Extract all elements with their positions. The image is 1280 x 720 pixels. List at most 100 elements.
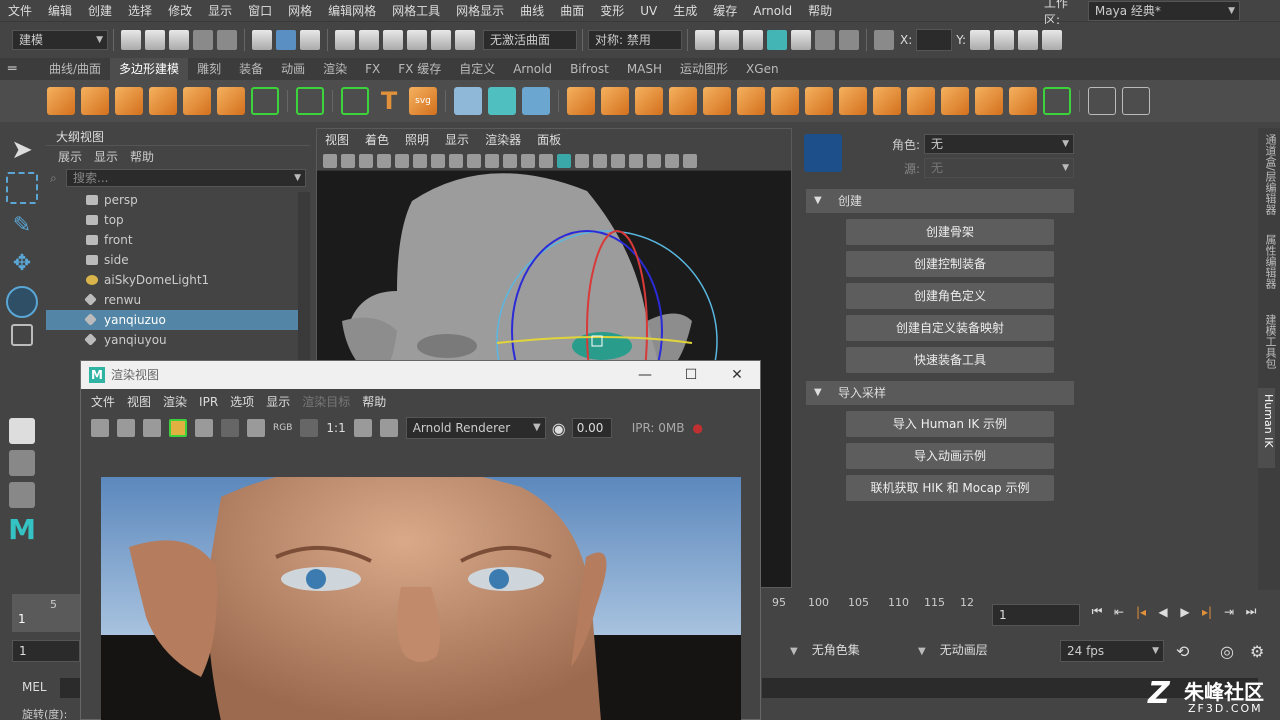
create-control-rig-button[interactable]: 创建控制装备 [846, 251, 1054, 277]
refresh-ipr-icon[interactable] [195, 419, 213, 437]
menu-display[interactable]: 显示 [200, 0, 240, 22]
character-icon[interactable] [804, 134, 842, 172]
menu-set-dropdown[interactable]: 建模 ▼ [12, 30, 108, 50]
menu-create[interactable]: 创建 [80, 0, 120, 22]
tab-attribute-editor[interactable]: 属性编辑器 [1262, 228, 1278, 308]
resolution-gate-icon[interactable] [449, 153, 463, 168]
range-start-input[interactable]: 1 [12, 640, 80, 662]
rotate-tool-icon[interactable] [6, 286, 38, 318]
select-tool-icon[interactable]: ➤ [6, 134, 38, 166]
outliner-menu-show[interactable]: 展示 [52, 148, 88, 165]
select-hierarchy-icon[interactable] [252, 30, 272, 50]
live-surface-field[interactable]: 无激活曲面 [483, 30, 577, 50]
rv-menu-file[interactable]: 文件 [85, 389, 121, 415]
menu-curves[interactable]: 曲线 [512, 0, 552, 22]
tab-xgen[interactable]: XGen [737, 58, 788, 80]
rv-menu-help[interactable]: 帮助 [356, 389, 392, 415]
four-pane-layout-icon[interactable] [9, 450, 35, 476]
mirror-icon[interactable] [454, 87, 482, 115]
textured-icon[interactable] [593, 153, 607, 168]
tab-modeling-toolkit[interactable]: 建模工具包 [1262, 308, 1278, 388]
safe-title-icon[interactable] [521, 153, 535, 168]
outliner-search-input[interactable]: 搜索... ▼ [66, 169, 306, 187]
arnold-pause-icon[interactable] [839, 30, 859, 50]
stop-render-icon[interactable]: ● [693, 421, 703, 435]
quadrangulate-icon[interactable] [703, 87, 731, 115]
go-to-start-icon[interactable]: ⏮ [1086, 604, 1108, 619]
gate-mask-icon[interactable] [467, 153, 481, 168]
tab-fx-caching[interactable]: FX 缓存 [389, 58, 450, 80]
target-weld-icon[interactable] [907, 87, 935, 115]
render-view-titlebar[interactable]: M 渲染视图 — ☐ ✕ [81, 361, 760, 389]
outliner-item-renwu[interactable]: renwu [46, 290, 310, 310]
real-size-button[interactable]: 1:1 [326, 421, 345, 435]
renderer-dropdown[interactable]: Arnold Renderer ▼ [405, 417, 546, 439]
wireframe-on-shaded-icon[interactable] [575, 153, 589, 168]
snap-surface-icon[interactable] [431, 30, 451, 50]
create-skeleton-button[interactable]: 创建骨架 [846, 219, 1054, 245]
bevel-icon[interactable] [805, 87, 833, 115]
edge-loop-icon[interactable] [975, 87, 1003, 115]
rv-menu-display[interactable]: 显示 [260, 389, 296, 415]
grease-pencil-icon[interactable] [395, 153, 409, 168]
combine-icon[interactable] [522, 87, 550, 115]
prev-key-icon[interactable]: |◂ [1130, 605, 1152, 619]
current-frame-input[interactable]: 1 [992, 604, 1080, 626]
viewport-menu-panels[interactable]: 面板 [529, 129, 569, 151]
play-forward-icon[interactable]: ▶ [1174, 605, 1196, 619]
anim-layer-dropdown[interactable]: 无动画层 [933, 640, 1052, 662]
character-set-dropdown[interactable]: 无角色集 [805, 640, 922, 662]
viewport-menu-show[interactable]: 显示 [437, 129, 477, 151]
sculpt-icon[interactable] [1043, 87, 1071, 115]
isolate-select-icon[interactable] [665, 153, 679, 168]
outliner-item-top[interactable]: top [46, 210, 310, 230]
tab-mash[interactable]: MASH [618, 58, 671, 80]
workspace-dropdown[interactable]: Maya 经典* ▼ [1087, 1, 1240, 21]
tab-human-ik[interactable]: Human IK [1258, 388, 1275, 468]
multi-cut-icon[interactable] [873, 87, 901, 115]
exposure-icon[interactable]: ◉ [552, 419, 566, 438]
mel-label[interactable]: MEL [22, 680, 47, 694]
render-settings-icon[interactable] [247, 419, 265, 437]
tab-sculpting[interactable]: 雕刻 [188, 58, 230, 80]
undo-icon[interactable] [193, 30, 213, 50]
snap-grid-icon[interactable] [335, 30, 355, 50]
open-scene-icon[interactable] [145, 30, 165, 50]
rgb-channel-button[interactable]: RGB [273, 423, 292, 433]
outliner-item-side[interactable]: side [46, 250, 310, 270]
viewport-menu-view[interactable]: 视图 [317, 129, 357, 151]
ambient-occlusion-icon[interactable] [647, 153, 661, 168]
snap-view-icon[interactable] [407, 30, 427, 50]
outliner-menu-display[interactable]: 显示 [88, 148, 124, 165]
lasso-tool-icon[interactable] [6, 172, 38, 204]
select-component-icon[interactable] [300, 30, 320, 50]
render-view-icon[interactable] [719, 30, 739, 50]
outliner-menu-help[interactable]: 帮助 [124, 148, 160, 165]
poly-cube-icon[interactable] [81, 87, 109, 115]
separate-icon[interactable] [488, 87, 516, 115]
tool-settings-icon[interactable] [1018, 30, 1039, 50]
sidebar-toggle-icon[interactable] [970, 30, 991, 50]
uv-editor-icon[interactable] [1088, 87, 1116, 115]
menu-edit[interactable]: 编辑 [40, 0, 80, 22]
smooth-shade-icon[interactable] [557, 153, 571, 168]
save-scene-icon[interactable] [169, 30, 189, 50]
triangulate-icon[interactable] [669, 87, 697, 115]
use-all-lights-icon[interactable] [611, 153, 625, 168]
remove-image-icon[interactable] [379, 419, 398, 437]
loop-icon[interactable]: ⟲ [1176, 642, 1189, 661]
import-section-header[interactable]: ▼ 导入采样 [806, 381, 1074, 405]
bridge-icon[interactable] [771, 87, 799, 115]
paint-select-icon[interactable]: ✎ [6, 210, 38, 242]
snap-pivot-icon[interactable] [455, 30, 475, 50]
menu-uv[interactable]: UV [632, 0, 665, 22]
poly-torus-icon[interactable] [183, 87, 211, 115]
text-icon[interactable]: T [375, 87, 403, 115]
tab-channel-box[interactable]: 通道盒/层编辑器 [1262, 128, 1278, 228]
quad-draw-icon[interactable] [1009, 87, 1037, 115]
image-plane-icon[interactable] [377, 153, 391, 168]
outliner-item-front[interactable]: front [46, 230, 310, 250]
minimize-icon[interactable]: — [622, 361, 668, 389]
viewport-menu-shading[interactable]: 着色 [357, 129, 397, 151]
outliner-item-persp[interactable]: persp [46, 190, 310, 210]
